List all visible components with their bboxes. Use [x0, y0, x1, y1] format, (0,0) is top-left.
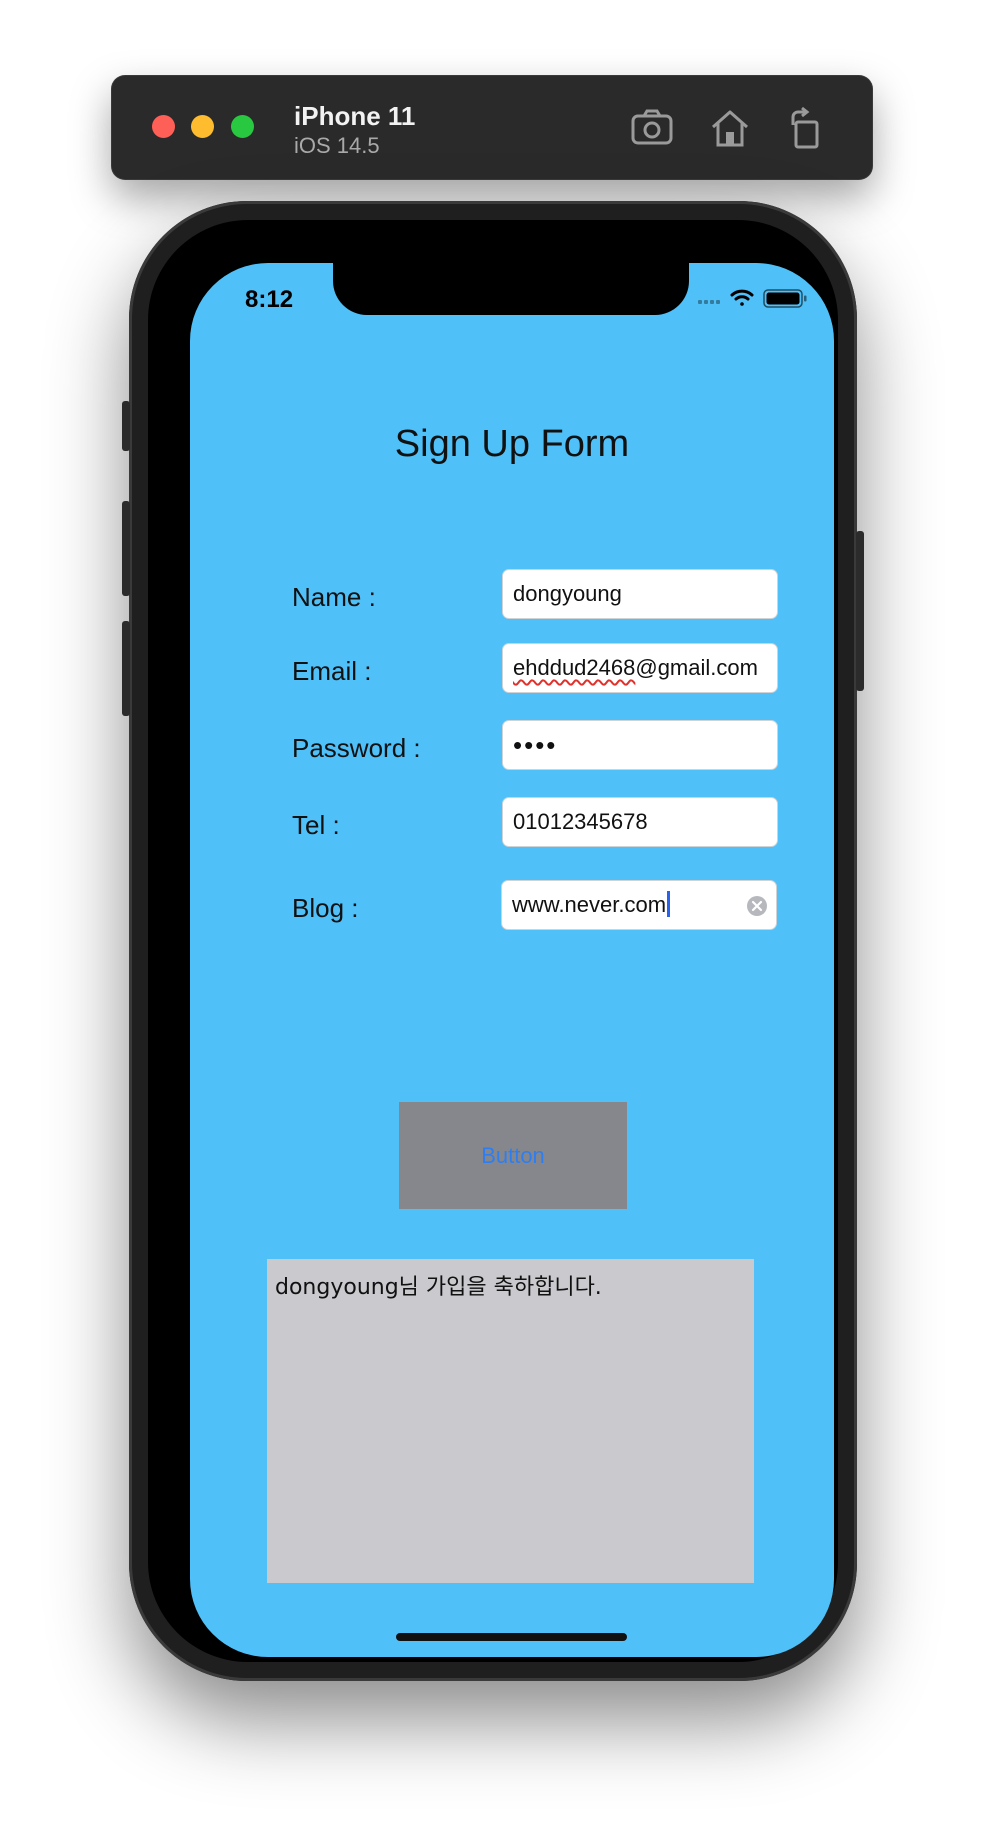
tel-label: Tel :: [292, 810, 340, 840]
name-value: dongyoung: [513, 581, 622, 606]
simulator-toolbar: iPhone 11 iOS 14.5: [111, 75, 873, 180]
phone-bezel: 8:12 Sign Up Form Name: dongyoung Email…: [148, 220, 838, 1662]
blog-input[interactable]: www.never.com: [501, 880, 777, 930]
home-icon[interactable]: [707, 105, 753, 151]
volume-down-button: [122, 621, 130, 716]
blog-label: Blog :: [292, 893, 359, 923]
clear-text-icon[interactable]: [746, 895, 768, 917]
power-button: [856, 531, 864, 691]
password-value: ••••: [513, 730, 558, 760]
app-screen: 8:12 Sign Up Form Name: dongyoung Email…: [190, 263, 834, 1657]
notch: [333, 263, 689, 315]
battery-icon: [763, 289, 807, 308]
mute-switch: [122, 401, 130, 451]
window-minimize-button[interactable]: [191, 115, 214, 138]
home-indicator[interactable]: [396, 1633, 627, 1641]
name-input[interactable]: dongyoung: [502, 569, 778, 619]
os-version: iOS 14.5: [294, 133, 380, 158]
result-text: dongyoung님 가입을 축하합니다.: [275, 1275, 602, 1300]
volume-up-button: [122, 501, 130, 596]
window-close-button[interactable]: [152, 115, 175, 138]
status-icons: [698, 289, 807, 308]
blog-value: www.never.com: [512, 892, 667, 917]
tel-value: 01012345678: [513, 809, 648, 834]
cellular-icon: [698, 300, 720, 304]
text-cursor: [667, 891, 671, 917]
email-input[interactable]: ehddud2468@gmail.com: [502, 643, 778, 693]
iphone-frame: 8:12 Sign Up Form Name: dongyoung Email…: [122, 201, 864, 1681]
screenshot-icon[interactable]: [629, 105, 675, 151]
form-title: Sign Up Form: [394, 423, 630, 465]
window-maximize-button[interactable]: [231, 115, 254, 138]
password-label: Password :: [292, 733, 421, 763]
wifi-icon: [730, 289, 754, 306]
name-label: Name :: [292, 582, 376, 612]
status-time: 8:12: [245, 286, 294, 313]
result-text-view[interactable]: dongyoung님 가입을 축하합니다.: [267, 1259, 754, 1583]
password-input[interactable]: ••••: [502, 720, 778, 770]
email-label: Email :: [292, 656, 372, 686]
rotate-icon[interactable]: [783, 105, 829, 151]
email-value-misspelled: ehddud2468: [513, 655, 636, 680]
submit-button[interactable]: Button: [399, 1102, 627, 1209]
tel-input[interactable]: 01012345678: [502, 797, 778, 847]
email-value-rest: @gmail.com: [635, 655, 758, 680]
device-name: iPhone 11: [294, 101, 416, 131]
